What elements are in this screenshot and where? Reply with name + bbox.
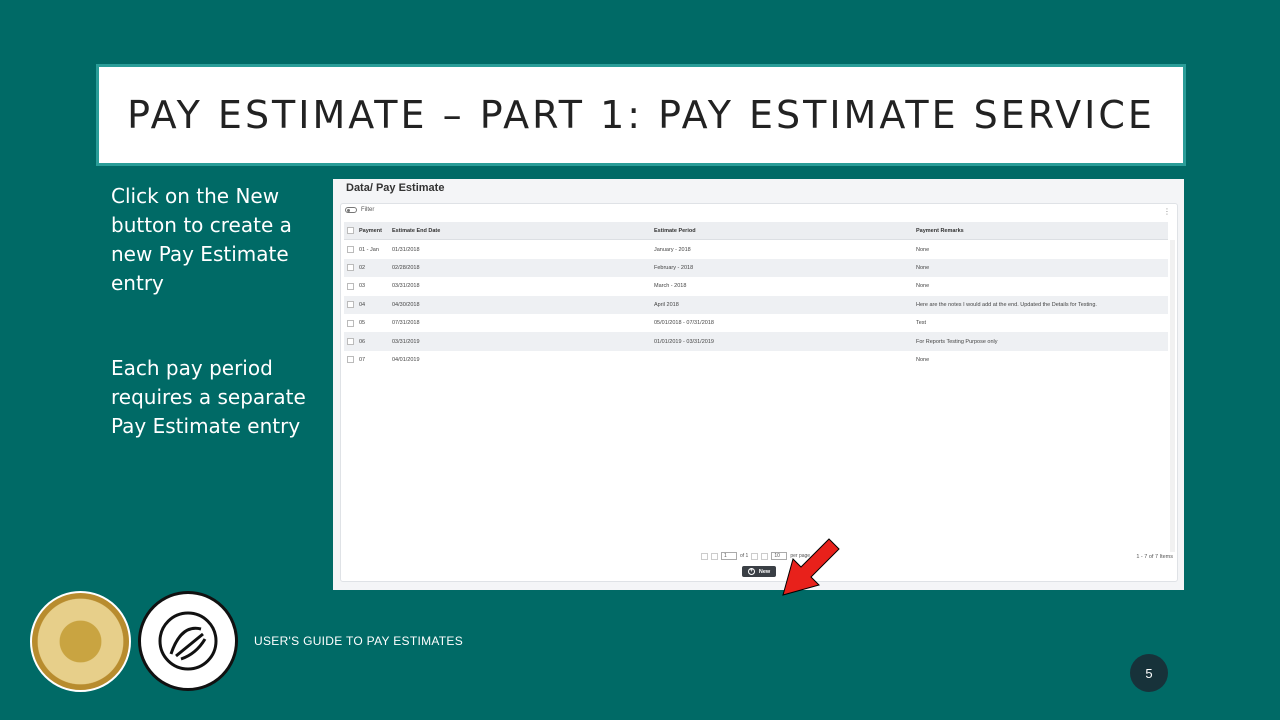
table-row[interactable]: 06 03/31/2019 01/01/2019 - 03/31/2019 For R… [344, 332, 1168, 351]
new-button[interactable]: + New [742, 566, 776, 577]
row-checkbox[interactable] [346, 246, 354, 254]
table-cell: 03/31/2019 [392, 338, 420, 345]
table-cell: January - 2018 [654, 246, 691, 253]
table-cell: 01/31/2018 [392, 246, 420, 253]
table-cell: For Reports Testing Purpose only [916, 338, 998, 345]
table-cell: 02/28/2018 [392, 264, 420, 271]
table-cell: 06 [359, 338, 366, 345]
toggle-icon [345, 207, 357, 213]
last-page-button[interactable] [761, 552, 769, 560]
table-cell: 07/31/2018 [392, 320, 420, 327]
table-cell: 03 [359, 283, 366, 290]
table-row[interactable]: 05 07/31/2018 05/01/2018 - 07/31/2018 Test [344, 314, 1168, 332]
table-row[interactable]: 07 04/01/2019 None [344, 351, 1168, 369]
table-cell: 05 [359, 320, 366, 327]
prev-page-button[interactable] [711, 552, 718, 560]
state-of-hawaii-seal [30, 591, 131, 692]
table-cell: 01/01/2019 - 03/31/2019 [654, 338, 714, 345]
page-input[interactable]: 1 [721, 552, 737, 560]
column-header[interactable]: Estimate End Date [389, 228, 651, 234]
filter-label: Filter [361, 207, 375, 213]
scrollbar[interactable] [1170, 240, 1175, 552]
table-row[interactable]: 03 03/31/2018 March - 2018 None [344, 277, 1168, 295]
slide-title-box: PAY ESTIMATE – PART 1: PAY ESTIMATE SERV… [96, 64, 1186, 166]
page-number: 5 [1130, 654, 1168, 692]
next-page-button[interactable] [751, 552, 759, 560]
red-arrow-icon [782, 538, 840, 596]
table-cell: 07 [359, 356, 366, 363]
table-cell: April 2018 [654, 301, 679, 308]
slide-title: PAY ESTIMATE – PART 1: PAY ESTIMATE SERV… [127, 93, 1155, 137]
table-cell: 03/31/2018 [392, 283, 420, 290]
row-checkbox[interactable] [346, 356, 354, 364]
table-cell: 04/30/2018 [392, 301, 420, 308]
table-header: Payment Estimate End Date Estimate Perio… [344, 222, 1168, 241]
table-row[interactable]: 02 02/28/2018 February - 2018 None [344, 258, 1168, 278]
instruction-text: Click on the New button to create a new … [111, 182, 311, 441]
row-checkbox[interactable] [346, 338, 354, 346]
table-row[interactable]: 04 04/30/2018 April 2018 Here are the notes… [344, 295, 1168, 314]
new-button-label: New [758, 568, 771, 575]
table-cell: 05/01/2018 - 07/31/2018 [654, 320, 714, 327]
bullet-1: Click on the New button to create a new … [111, 184, 292, 295]
filter-toggle[interactable]: Filter [345, 207, 374, 213]
row-checkbox[interactable] [346, 301, 354, 309]
table-row[interactable]: 01 - Jan 01/31/2018 January - 2018 None [344, 240, 1168, 258]
app-screenshot: Data/ Pay Estimate Filter ⋮ Payment Esti… [333, 179, 1184, 596]
table-cell: None [916, 283, 930, 290]
row-checkbox[interactable] [346, 319, 354, 327]
row-checkbox[interactable] [346, 264, 354, 272]
table-cell: February - 2018 [654, 264, 694, 271]
breadcrumb: Data/ Pay Estimate [346, 182, 445, 194]
footer-text: USER'S GUIDE TO PAY ESTIMATES [254, 634, 464, 648]
row-checkbox[interactable] [346, 282, 354, 290]
kebab-menu-icon[interactable]: ⋮ [1163, 207, 1171, 216]
table-cell: 02 [359, 264, 366, 271]
item-count: 1 - 7 of 7 Items [1136, 554, 1173, 560]
table-cell: 04/01/2019 [392, 356, 420, 363]
pay-estimate-table: Payment Estimate End Date Estimate Perio… [344, 222, 1168, 369]
grid-panel: Filter ⋮ Payment Estimate End Date Estim… [340, 203, 1178, 596]
first-page-button[interactable] [701, 552, 708, 560]
table-cell: Test [916, 320, 927, 327]
table-cell: March - 2018 [654, 283, 687, 290]
table-cell: None [916, 246, 930, 253]
column-header[interactable]: Payment Remarks [913, 228, 1168, 234]
table-cell: 01 - Jan [359, 246, 379, 253]
table-cell: None [916, 264, 930, 271]
plus-icon: + [747, 568, 755, 575]
dot-hawaii-logo [138, 591, 238, 691]
table-cell: None [916, 356, 930, 363]
table-cell: Here are the notes I would add at the en… [916, 301, 1097, 308]
column-header[interactable]: Payment [356, 228, 389, 234]
bullet-2: Each pay period requires a separate Pay … [111, 356, 306, 438]
select-all-checkbox[interactable] [346, 227, 354, 235]
page-of-label: of 1 [740, 553, 749, 559]
table-cell: 04 [359, 301, 366, 308]
column-header[interactable]: Estimate Period [651, 228, 913, 234]
